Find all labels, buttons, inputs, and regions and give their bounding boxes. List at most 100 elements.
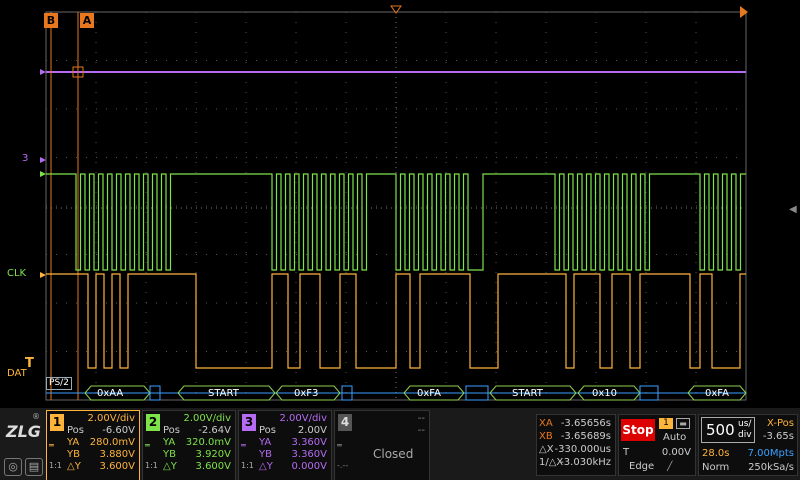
decode-packet-3: 0xFA: [417, 388, 441, 399]
xpos-label: X-Pos: [767, 418, 794, 429]
xb-label: XB: [539, 431, 553, 442]
xpos-value: -3.65s: [762, 431, 794, 442]
ch2-yb-label: YB: [163, 449, 176, 460]
trigger-offscreen-icon: [740, 6, 748, 18]
record-time: 28.0s: [702, 448, 730, 459]
timebase-unit-top: us/: [738, 419, 752, 429]
ch4-status: Closed: [373, 447, 414, 461]
trigger-panel[interactable]: Stop 1 ▬ Auto T 0.00V Edge ╱: [618, 414, 696, 476]
cursor-measure-panel[interactable]: XA -3.65656s XB -3.65689s △X -330.000us 1/△…: [536, 414, 616, 476]
ch1-yb: 3.880V: [99, 449, 135, 460]
ch3-dy-label: △Y: [259, 461, 273, 472]
ch3-ya: 3.360V: [291, 437, 327, 448]
timebase-value: 500: [706, 421, 735, 439]
trigger-type: Edge: [629, 461, 655, 472]
dat-label: DAT: [7, 368, 27, 379]
trigger-t-label: T: [623, 447, 630, 458]
ch2-coupling-icon: ═: [145, 441, 150, 450]
timebase-unit-bottom: div: [738, 430, 752, 440]
ch1-dy-label: △Y: [67, 461, 81, 472]
decode-packet-0: 0xAA: [97, 388, 124, 399]
ch3-yb: 3.360V: [291, 449, 327, 460]
ch1-probe-ratio: 1:1: [49, 461, 62, 470]
ch3-ground-marker: [40, 69, 46, 75]
ch3-ya-label: YA: [259, 437, 272, 448]
ch2-ya: 320.0mV: [185, 437, 231, 448]
ch2-panel[interactable]: 2 2.00V/div Pos -2.64V YA 320.0mV YB 3.920V…: [142, 410, 236, 480]
ch4-coupling-icon: ═: [337, 441, 342, 450]
ch1-pos-label: Pos: [67, 425, 85, 436]
zlg-logo: ZLG ® ◎ ▤: [2, 410, 44, 478]
acquire-mode: Norm: [702, 462, 730, 473]
ch2-dy-label: △Y: [163, 461, 177, 472]
ch4-panel[interactable]: 4 -- -- Closed ═ -.--: [334, 410, 430, 480]
ch1-ya-label: YA: [67, 437, 80, 448]
xb-value: -3.65689s: [560, 431, 611, 442]
ch2-dy: 3.600V: [195, 461, 231, 472]
ch4-number: 4: [338, 414, 352, 431]
ch3-offset-marker: [40, 157, 46, 163]
ch1-coupling-icon: ═: [49, 441, 54, 450]
status-bar: ZLG ® ◎ ▤ 1 2.00V/div Pos -6.60V YA 280.0m…: [0, 408, 800, 480]
ch1-pos: -6.60V: [102, 425, 135, 436]
ch3-scale: 2.00V/div: [279, 413, 327, 424]
ch3-panel[interactable]: 3 2.00V/div Pos 2.00V YA 3.360V YB 3.360V △…: [238, 410, 332, 480]
cursor-a-tag[interactable]: A: [80, 13, 94, 28]
trigger-level: 0.00V: [661, 447, 691, 458]
logo-mark-icon: ZLG: [6, 422, 41, 441]
ch1-panel[interactable]: 1 2.00V/div Pos -6.60V YA 280.0mV YB 3.880V…: [46, 410, 140, 480]
ch4-line1: --: [417, 413, 425, 424]
ch2-probe-ratio: 1:1: [145, 461, 158, 470]
xa-label: XA: [539, 418, 553, 429]
ch1-ya: 280.0mV: [89, 437, 135, 448]
timebase-scale-box[interactable]: 500 us/ div: [701, 417, 755, 443]
trigger-source: 1: [659, 418, 673, 429]
decode-protocol-label[interactable]: PS/2: [46, 377, 72, 390]
ch3-number: 3: [242, 414, 256, 431]
xa-value: -3.65656s: [560, 418, 611, 429]
clk-label: CLK: [7, 268, 27, 279]
ch3-yb-label: YB: [259, 449, 272, 460]
ch4-dash: -.--: [337, 461, 349, 470]
decode-packet-4: START: [512, 388, 543, 399]
ch3-coupling-icon: ═: [241, 441, 246, 450]
dx-value: -330.000us: [554, 444, 611, 455]
inv-dx-value: -3.030kHz: [560, 457, 611, 468]
timebase-panel[interactable]: 500 us/ div X-Pos -3.65s 28.0s 7.00Mpts …: [698, 414, 798, 476]
ch1-number: 1: [50, 414, 64, 431]
run-stop-button[interactable]: Stop: [621, 419, 655, 441]
ch2-number: 2: [146, 414, 160, 431]
dx-label: △X: [539, 444, 554, 455]
ch2-scale: 2.00V/div: [183, 413, 231, 424]
touch-icon[interactable]: ◎: [4, 458, 22, 476]
memory-depth: 7.00Mpts: [747, 448, 794, 459]
ch3-label: 3: [22, 153, 29, 164]
registered-icon: ®: [32, 412, 40, 421]
ch1-yb-label: YB: [67, 449, 80, 460]
ch3-dy: 0.000V: [291, 461, 327, 472]
ch3-probe-ratio: 1:1: [241, 461, 254, 470]
decode-packet-1: START: [208, 388, 239, 399]
ch2-pos-label: Pos: [163, 425, 181, 436]
trigger-slope-icon: ▬: [676, 418, 690, 429]
decode-packet-6: 0xFA: [705, 388, 729, 399]
screenshot-icon[interactable]: ▤: [25, 458, 43, 476]
decode-packet-2: 0xF3: [294, 388, 319, 399]
cursor-b-tag[interactable]: B: [44, 13, 58, 28]
ch1-scale: 2.00V/div: [87, 413, 135, 424]
ch4-line2: --: [417, 425, 425, 436]
ch2-ya-label: YA: [163, 437, 176, 448]
ch1-ground-marker: [40, 272, 46, 278]
ch2-ground-marker: [40, 171, 46, 177]
decode-packet-5: 0x10: [592, 388, 618, 399]
waveform-display[interactable]: B A 3 CLK T DAT PS/2 0xAA START 0xF3 0xF…: [0, 0, 800, 408]
ch2-pos: -2.64V: [198, 425, 231, 436]
dat-trace: [46, 273, 746, 369]
sample-rate: 250kSa/s: [748, 462, 794, 473]
trigger-mode: Auto: [663, 432, 687, 443]
side-panel-arrow-icon[interactable]: ◀: [789, 204, 797, 215]
waveform-canvas: [40, 5, 748, 401]
ch3-pos-label: Pos: [259, 425, 277, 436]
clk-trace: [46, 173, 746, 271]
ch2-yb: 3.920V: [195, 449, 231, 460]
